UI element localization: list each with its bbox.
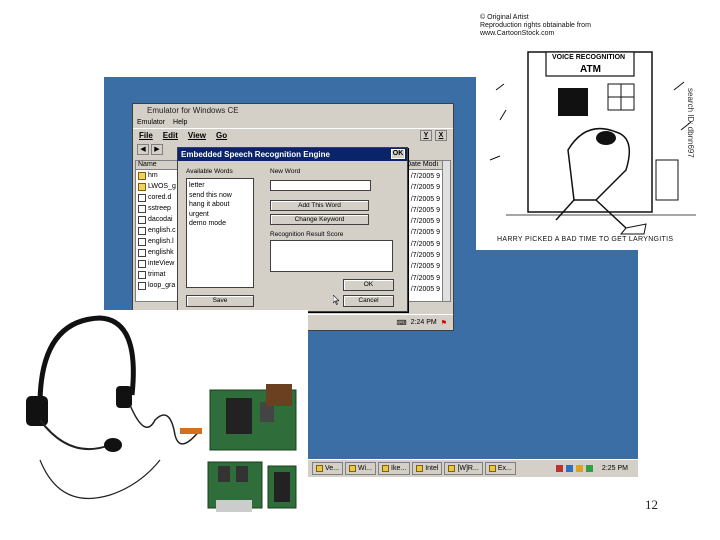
cartoon-caption: HARRY PICKED A BAD TIME TO GET LARYNGITI… [497, 236, 674, 243]
help-button[interactable]: Y [420, 130, 432, 141]
list-item[interactable]: demo mode [189, 219, 251, 229]
column-date[interactable]: Date Modi [404, 161, 438, 169]
new-word-input[interactable] [270, 180, 371, 191]
file-date: /7/2005 9 [410, 229, 440, 237]
result-score-label: Recognition Result Score [270, 231, 344, 238]
available-words-list[interactable]: letter send this now hang it about urgen… [186, 178, 254, 288]
emulator-clock: 2:24 PM [410, 319, 437, 326]
back-icon[interactable]: ◀ [137, 143, 149, 155]
speech-engine-dialog: Embedded Speech Recognition Engine OK Av… [177, 147, 408, 312]
document-icon [138, 248, 146, 257]
cancel-button[interactable]: Cancel [343, 295, 394, 307]
close-button[interactable]: X [435, 130, 447, 141]
dialog-ok-corner-button[interactable]: OK [391, 149, 405, 159]
document-icon [138, 215, 146, 224]
input-icon[interactable]: ⌨ [397, 319, 407, 327]
atm-sign: VOICE RECOGNITION [552, 54, 626, 61]
file-date: /7/2005 9 [410, 173, 440, 180]
system-tray: 2:25 PM [555, 465, 638, 472]
dialog-title: Embedded Speech Recognition Engine [181, 150, 330, 159]
cartoon-atm-illustration [489, 51, 696, 235]
file-date: /7/2005 9 [410, 184, 440, 192]
taskbar-item[interactable]: Wi... [345, 462, 377, 475]
volume-icon[interactable] [565, 465, 573, 472]
dialog-title-bar: Embedded Speech Recognition Engine OK [178, 148, 407, 161]
forward-icon[interactable]: ▶ [151, 143, 163, 155]
add-word-button[interactable]: Add This Word [270, 200, 369, 211]
list-item[interactable]: letter [189, 181, 251, 191]
document-icon [138, 270, 146, 279]
emulator-title: Emulator for Windows CE [147, 106, 239, 115]
windows-taskbar: Ve... Wi... Ike... Intel [W]R... Ex... 2… [308, 459, 638, 477]
document-icon [138, 237, 146, 246]
file-name: english.l [148, 238, 174, 245]
display-icon[interactable] [585, 465, 593, 472]
page-number: 12 [645, 497, 658, 512]
menu-file[interactable]: File [139, 131, 153, 140]
headset-and-board-photo [0, 310, 308, 535]
network-icon[interactable] [555, 465, 563, 472]
taskbar-item[interactable]: Intel [412, 462, 443, 475]
file-name: trimat [148, 271, 166, 278]
file-name: LWOS_g [148, 183, 176, 190]
column-name[interactable]: Name [136, 161, 176, 169]
file-date: /7/2005 9 [410, 218, 440, 226]
taskbar-item[interactable]: [W]R... [444, 462, 483, 475]
menu-edit[interactable]: Edit [163, 131, 178, 140]
file-name: loop_gra [148, 282, 176, 289]
menu-help[interactable]: Help [173, 119, 187, 126]
document-icon [138, 226, 146, 235]
document-icon [138, 204, 146, 213]
file-date: /7/2005 9 [410, 274, 440, 282]
folder-icon [138, 171, 146, 180]
new-word-label: New Word [270, 168, 301, 175]
cartoon-image [476, 10, 710, 250]
file-date: /7/2005 9 [410, 195, 440, 203]
flag-icon[interactable]: ⚑ [441, 319, 447, 327]
available-words-label: Available Words [186, 168, 233, 175]
file-name: dacodai [148, 216, 173, 223]
file-date: /7/2005 9 [410, 240, 440, 248]
document-icon [138, 281, 146, 290]
file-name: englishk [148, 249, 174, 256]
menu-go[interactable]: Go [216, 131, 227, 140]
document-icon [138, 193, 146, 202]
file-name: hm [148, 172, 158, 179]
date-column: /7/2005 9/7/2005 9/7/2005 9/7/2005 9/7/2… [411, 171, 440, 295]
file-name: inteView [148, 260, 175, 267]
file-name: sstreep [148, 205, 171, 212]
list-item[interactable]: send this now [189, 191, 251, 201]
emulator-menu-bar: Emulator Help [133, 117, 453, 128]
taskbar-item[interactable]: Ve... [312, 462, 344, 475]
save-button[interactable]: Save [186, 295, 254, 307]
file-date: /7/2005 9 [410, 285, 440, 293]
atm-sign-atm: ATM [580, 64, 601, 75]
cartoon-search-id: search ID: dbnn697 [686, 88, 695, 158]
list-item[interactable]: hang it about [189, 200, 251, 210]
result-score-box [270, 240, 393, 272]
headset-illustration [26, 315, 297, 512]
list-item[interactable]: urgent [189, 210, 251, 220]
menu-emulator[interactable]: Emulator [137, 119, 165, 126]
taskbar-clock: 2:25 PM [601, 465, 628, 472]
explorer-menu-bar: File Edit View Go Y X [133, 128, 453, 142]
taskbar-item[interactable]: Ex... [484, 462, 516, 475]
file-name: english.c [148, 227, 176, 234]
mouse-cursor-icon [333, 295, 339, 305]
file-name: cored.d [148, 194, 172, 201]
document-icon [138, 259, 146, 268]
ok-button[interactable]: OK [343, 279, 394, 291]
vertical-scrollbar[interactable] [442, 161, 450, 301]
file-date: /7/2005 9 [410, 206, 440, 214]
taskbar-item[interactable]: Ike... [378, 462, 411, 475]
file-date: /7/2005 9 [410, 263, 440, 271]
folder-icon [138, 182, 146, 191]
emulator-title-bar: Emulator for Windows CE [133, 104, 453, 117]
change-keyword-button[interactable]: Change Keyword [270, 214, 369, 225]
security-icon[interactable] [575, 465, 583, 472]
menu-view[interactable]: View [188, 131, 206, 140]
file-date: /7/2005 9 [410, 252, 440, 260]
cartoon-credit: © Original Artist Reproduction rights ob… [480, 14, 591, 37]
